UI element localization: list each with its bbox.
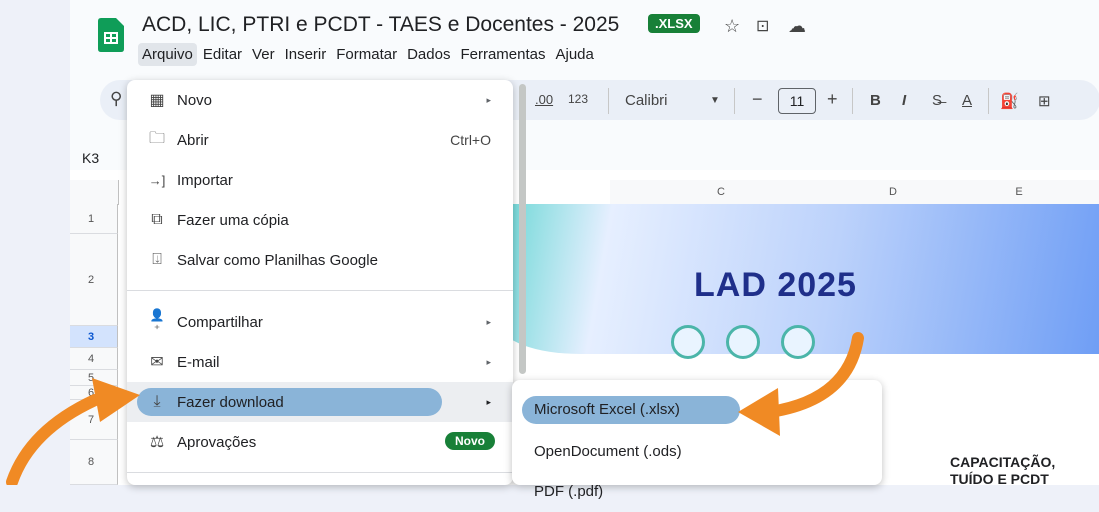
row-header-1[interactable]: 1 — [70, 204, 118, 234]
menu-inserir[interactable]: Inserir — [281, 43, 331, 66]
toolbar-divider — [988, 88, 989, 114]
menu-bar: Arquivo Editar Ver Inserir Formatar Dado… — [138, 43, 600, 66]
toolbar-divider — [852, 88, 853, 114]
corner-header[interactable] — [70, 180, 119, 205]
seal-logo-1 — [671, 325, 705, 359]
column-header-g[interactable]: G — [1084, 180, 1099, 205]
cell-text-capacitacao: CAPACITAÇÃO, — [950, 454, 1056, 470]
cell-text-pcdt: TUÍDO E PCDT — [950, 471, 1049, 485]
menu-divider — [127, 472, 513, 473]
row-header-4[interactable]: 4 — [70, 348, 118, 370]
menu-divider — [127, 290, 513, 291]
menu-item-compartilhar[interactable]: 👤⁺ Compartilhar ▸ — [127, 302, 513, 342]
menu-ferramentas[interactable]: Ferramentas — [456, 43, 549, 66]
submenu-arrow-icon: ▸ — [486, 356, 491, 367]
file-format-badge: .XLSX — [648, 14, 700, 33]
new-sheet-icon: ▦ — [149, 92, 165, 109]
move-icon[interactable]: ⊡ — [756, 16, 769, 36]
approvals-icon: ⚖ — [149, 434, 165, 451]
menu-item-abrir[interactable]: 🗀 Abrir Ctrl+O — [127, 120, 513, 160]
cloud-icon[interactable]: ☁ — [788, 16, 806, 37]
menu-scrollbar[interactable] — [519, 84, 526, 374]
menu-item-label: Salvar como Planilhas Google — [177, 251, 378, 269]
document-title[interactable]: ACD, LIC, PTRI e PCDT - TAES e Docentes … — [142, 13, 619, 37]
italic-button[interactable]: I — [902, 92, 906, 109]
font-family-select[interactable]: Calibri — [625, 92, 668, 109]
submenu-arrow-icon: ▸ — [486, 316, 491, 327]
menu-item-label: Novo — [177, 91, 213, 109]
font-size-input[interactable]: 11 — [778, 88, 816, 114]
menu-item-email[interactable]: ✉ E-mail ▸ — [127, 342, 513, 382]
menu-item-label: Abrir — [177, 131, 209, 149]
submenu-arrow-icon: ▸ — [486, 94, 491, 105]
submenu-item-label: PDF (.pdf) — [534, 483, 604, 500]
menu-item-label: E-mail — [177, 353, 220, 371]
menu-item-label: Fazer uma cópia — [177, 211, 289, 229]
borders-icon[interactable]: ⊞ — [1038, 92, 1051, 110]
share-icon: 👤⁺ — [149, 308, 165, 336]
folder-icon: 🗀 — [148, 129, 165, 147]
shortcut-label: Ctrl+O — [450, 132, 491, 148]
sheets-logo-icon[interactable] — [98, 18, 124, 52]
menu-item-label: Importar — [177, 171, 233, 189]
menu-item-novo[interactable]: ▦ Novo ▸ — [127, 80, 513, 120]
menu-item-fazer-download[interactable]: ⤓ Fazer download ▸ — [127, 382, 513, 422]
strikethrough-button[interactable]: S̶ — [932, 92, 942, 109]
submenu-arrow-icon: ▸ — [486, 396, 491, 407]
toolbar-divider — [608, 88, 609, 114]
column-header-e[interactable]: E — [954, 180, 1085, 205]
import-icon: →] — [148, 172, 166, 188]
file-menu: ▦ Novo ▸ 🗀 Abrir Ctrl+O →] Importar ⧉ Fa… — [127, 80, 513, 485]
email-icon: ✉ — [150, 354, 164, 371]
menu-arquivo[interactable]: Arquivo — [138, 43, 197, 66]
bold-button[interactable]: B — [870, 92, 881, 109]
menu-formatar[interactable]: Formatar — [332, 43, 401, 66]
row-header-3[interactable]: 3 — [70, 326, 118, 348]
decrease-font-button[interactable]: − — [752, 89, 763, 110]
menu-ver[interactable]: Ver — [248, 43, 279, 66]
menu-item-aprovacoes[interactable]: ⚖ Aprovações Novo — [127, 422, 513, 462]
menu-item-copia[interactable]: ⧉ Fazer uma cópia — [127, 200, 513, 240]
menu-item-label: Fazer download — [177, 393, 284, 411]
menu-dados[interactable]: Dados — [403, 43, 454, 66]
copy-icon: ⧉ — [151, 211, 163, 228]
column-header-d[interactable]: D — [832, 180, 955, 205]
row-header-2[interactable]: 2 — [70, 234, 118, 326]
submenu-item-label: OpenDocument (.ods) — [534, 443, 682, 460]
column-header-c[interactable]: C — [610, 180, 833, 205]
increase-font-button[interactable]: + — [827, 89, 838, 110]
toolbar-divider — [734, 88, 735, 114]
text-color-button[interactable]: A — [962, 92, 972, 109]
new-badge: Novo — [445, 432, 495, 450]
menu-ajuda[interactable]: Ajuda — [551, 43, 597, 66]
submenu-item-pdf[interactable]: PDF (.pdf) — [512, 472, 882, 512]
cell-reference[interactable]: K3 — [82, 150, 99, 166]
right-annotation-arrow-icon — [738, 332, 864, 436]
menu-item-label: Aprovações — [177, 433, 257, 451]
chevron-down-icon[interactable]: ▼ — [710, 95, 720, 106]
banner-title: LAD 2025 — [694, 266, 857, 304]
star-icon[interactable]: ☆ — [724, 16, 740, 37]
menu-item-importar[interactable]: →] Importar — [127, 160, 513, 200]
download-icon: ⤓ — [153, 393, 161, 410]
menu-editar[interactable]: Editar — [199, 43, 246, 66]
left-annotation-arrow-icon — [6, 378, 140, 485]
menu-item-label: Compartilhar — [177, 313, 263, 331]
decimal-button[interactable]: .00 — [535, 92, 553, 107]
fill-color-icon[interactable]: ⛽ — [1000, 92, 1019, 110]
number-format-button[interactable]: 123 — [568, 92, 588, 106]
search-menus-icon[interactable]: ⚲ — [110, 89, 122, 109]
submenu-item-label: Microsoft Excel (.xlsx) — [534, 401, 680, 418]
menu-item-salvar-planilhas[interactable]: ⍗ Salvar como Planilhas Google — [127, 240, 513, 280]
save-sheets-icon: ⍗ — [152, 251, 162, 268]
